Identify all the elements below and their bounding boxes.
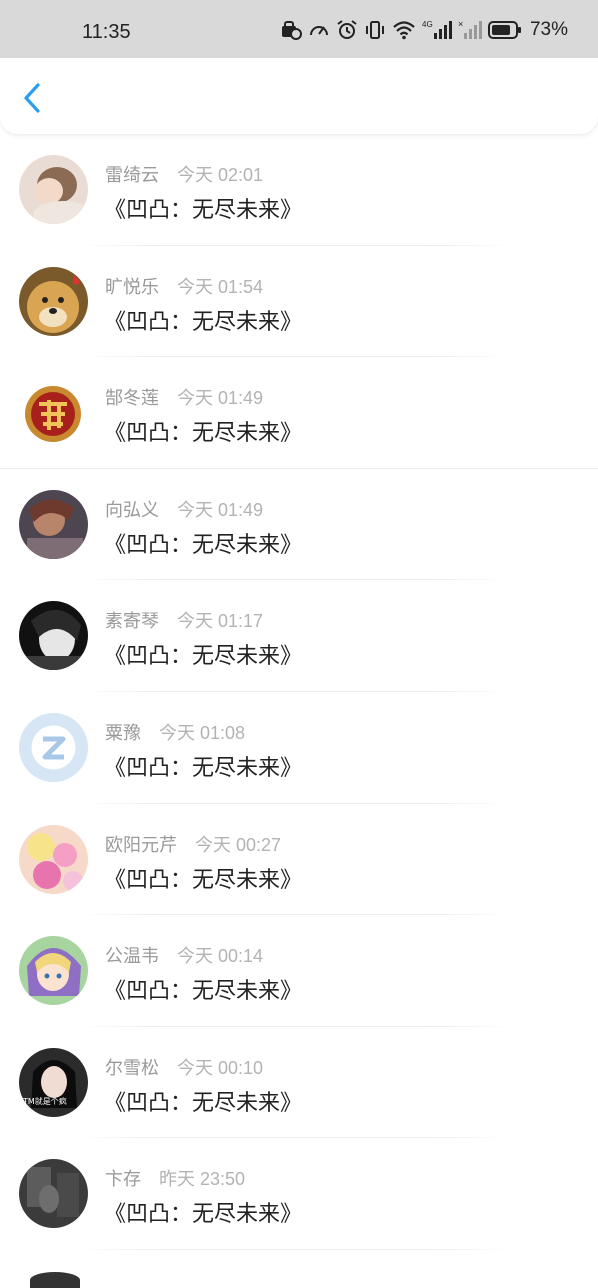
comment-text: 《凹凸：无尽未来》 bbox=[104, 1090, 303, 1116]
comment-text: 《凹凸：无尽未来》 bbox=[104, 198, 303, 223]
comment-row[interactable]: 欧阳元芹 今天 00:27 《凹凸：无尽未来》 bbox=[0, 804, 598, 916]
comment-time: 今天 02:01 bbox=[177, 165, 264, 185]
avatar[interactable] bbox=[19, 155, 88, 224]
status-bar: 11:35 4G × 73% bbox=[0, 0, 598, 58]
commenter-name[interactable]: 素寄琴 bbox=[105, 607, 159, 633]
comment-time: 今天 01:54 bbox=[177, 276, 264, 297]
comment-row[interactable]: 公温韦 今天 00:14 《凹凸：无尽未来》 bbox=[0, 915, 598, 1027]
avatar[interactable] bbox=[19, 266, 88, 336]
comment-time: 今天 00:14 bbox=[177, 946, 264, 967]
avatar[interactable] bbox=[19, 1159, 88, 1229]
commenter-name[interactable]: 卞存 bbox=[105, 1165, 141, 1191]
commenter-name[interactable]: 雷绮云 bbox=[105, 161, 159, 187]
wifi-icon bbox=[392, 20, 416, 40]
avatar[interactable] bbox=[19, 489, 88, 559]
comment-text: 《凹凸：无尽未来》 bbox=[104, 1202, 303, 1228]
comment-time: 昨天 23:50 bbox=[159, 1169, 246, 1190]
commenter-name[interactable]: 向弘义 bbox=[105, 496, 159, 522]
svg-text:TM就是个疯: TM就是个疯 bbox=[22, 1096, 67, 1106]
svg-text:4G: 4G bbox=[422, 20, 433, 29]
avatar[interactable] bbox=[19, 601, 88, 671]
speed-icon bbox=[308, 20, 330, 40]
comment-text: 《凹凸：无尽未来》 bbox=[104, 309, 303, 335]
commenter-name[interactable]: 粟豫 bbox=[105, 719, 141, 745]
comment-text: 《凹凸：无尽未来》 bbox=[104, 755, 303, 781]
comment-time: 今天 00:27 bbox=[195, 834, 282, 855]
divider bbox=[80, 1248, 510, 1250]
svg-text:×: × bbox=[458, 19, 463, 29]
nav-bar bbox=[0, 58, 598, 134]
comment-time: 今天 01:49 bbox=[177, 499, 264, 520]
status-time: 11:35 bbox=[82, 21, 131, 43]
commenter-name[interactable]: 尔雪松 bbox=[105, 1054, 159, 1080]
avatar[interactable]: TM就是个疯 bbox=[19, 1047, 88, 1117]
comment-text: 《凹凸：无尽未来》 bbox=[104, 867, 303, 893]
comment-row[interactable]: 旷悦乐 今天 01:54 《凹凸：无尽未来》 bbox=[0, 246, 598, 358]
comment-text: 《凹凸：无尽未来》 bbox=[104, 979, 303, 1005]
comment-row[interactable]: 卞存 昨天 23:50 《凹凸：无尽未来》 bbox=[0, 1138, 598, 1250]
comment-text: 《凹凸：无尽未来》 bbox=[104, 532, 303, 558]
comment-row[interactable]: TM就是个疯 尔雪松 今天 00:10 《凹凸：无尽未来》 bbox=[0, 1027, 598, 1139]
comment-text: 《凹凸：无尽未来》 bbox=[104, 421, 303, 447]
commenter-name[interactable]: 欧阳元芹 bbox=[105, 831, 177, 857]
commenter-name[interactable]: 郜冬莲 bbox=[105, 384, 159, 410]
battery-percentage: 73% bbox=[529, 19, 568, 40]
comment-row[interactable]: 素寄琴 今天 01:17 《凹凸：无尽未来》 bbox=[0, 580, 598, 692]
comment-text: 《凹凸：无尽未来》 bbox=[104, 644, 303, 670]
alarm-icon bbox=[336, 20, 358, 40]
vpn-icon bbox=[280, 20, 302, 40]
avatar[interactable] bbox=[19, 378, 88, 448]
comment-row[interactable]: 雷绮云 今天 02:01 《凹凸：无尽未来》 bbox=[0, 134, 598, 246]
comment-time: 今天 00:10 bbox=[177, 1057, 264, 1078]
battery-icon bbox=[487, 20, 522, 40]
commenter-name[interactable]: 旷悦乐 bbox=[105, 273, 159, 299]
chevron-left-icon bbox=[24, 83, 40, 113]
vibrate-icon bbox=[364, 20, 386, 40]
avatar[interactable] bbox=[30, 1272, 80, 1288]
comment-row[interactable]: 向弘义 今天 01:49 《凹凸：无尽未来》 bbox=[0, 469, 598, 581]
avatar[interactable] bbox=[19, 824, 88, 894]
avatar[interactable] bbox=[19, 712, 88, 782]
comment-row[interactable]: 郜冬莲 今天 01:49 《凹凸：无尽未来》 bbox=[0, 357, 598, 469]
comment-time: 今天 01:08 bbox=[159, 722, 246, 743]
commenter-name[interactable]: 公温韦 bbox=[105, 942, 159, 968]
comment-list: 雷绮云 今天 02:01 《凹凸：无尽未来》 旷悦乐 今天 01:54 《凹凸：无尽… bbox=[0, 134, 598, 1250]
avatar[interactable] bbox=[19, 936, 88, 1006]
status-icons: 4G × 73% bbox=[280, 19, 568, 41]
signal-4g-icon: 4G bbox=[422, 19, 452, 41]
comment-row[interactable]: 粟豫 今天 01:08 《凹凸：无尽未来》 bbox=[0, 692, 598, 804]
back-button[interactable] bbox=[14, 78, 50, 118]
comment-time: 今天 01:17 bbox=[177, 611, 264, 632]
signal-empty-icon: × bbox=[458, 19, 482, 41]
comment-time: 今天 01:49 bbox=[177, 388, 264, 409]
